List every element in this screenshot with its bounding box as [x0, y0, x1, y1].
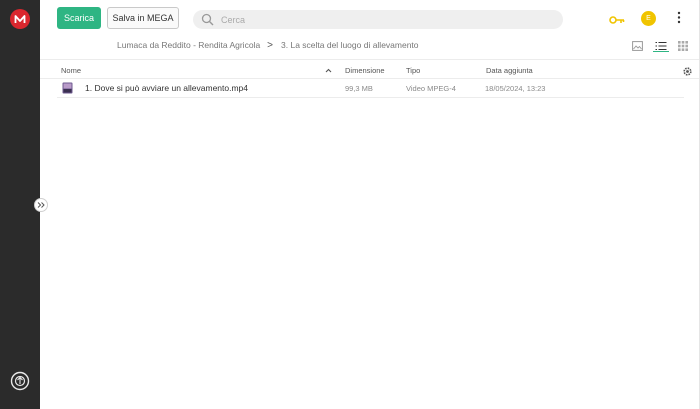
file-name[interactable]: 1. Dove si può avviare un allevamento.mp… [85, 83, 248, 93]
column-header-date[interactable]: Data aggiunta [486, 66, 533, 75]
active-view-indicator [653, 51, 669, 52]
key-icon[interactable] [609, 12, 625, 30]
transfer-icon[interactable] [10, 371, 30, 391]
breadcrumb: Lumaca da Reddito - Rendita Agricola > 3… [117, 39, 419, 51]
search-bar[interactable] [193, 10, 563, 29]
table-row[interactable]: 1. Dove si può avviare un allevamento.mp… [57, 79, 684, 98]
column-header-name[interactable]: Nome [61, 66, 81, 75]
breadcrumb-separator: > [267, 39, 274, 51]
search-icon [201, 13, 214, 31]
file-type: Video MPEG-4 [406, 84, 456, 93]
expand-sidebar-button[interactable] [34, 198, 48, 212]
table-header: Nome Dimensione Tipo Data aggiunta [40, 59, 699, 79]
list-view-icon[interactable] [655, 38, 667, 56]
video-file-icon [62, 82, 73, 94]
search-input[interactable] [221, 12, 541, 27]
download-button[interactable]: Scarica [57, 7, 101, 29]
column-header-type[interactable]: Tipo [406, 66, 420, 75]
file-date-added: 18/05/2024, 13:23 [485, 84, 546, 93]
file-size: 99,3 MB [345, 84, 373, 93]
breadcrumb-item-parent[interactable]: Lumaca da Reddito - Rendita Agricola [117, 40, 260, 50]
thumbnail-view-icon[interactable] [632, 38, 643, 56]
avatar[interactable]: E [641, 11, 656, 26]
double-chevron-right-icon [37, 202, 45, 208]
save-to-mega-button[interactable]: Salva in MEGA [107, 7, 179, 29]
breadcrumb-item-current[interactable]: 3. La scelta del luogo di allevamento [281, 40, 419, 50]
column-settings-gear-icon[interactable] [682, 66, 693, 79]
column-header-size[interactable]: Dimensione [345, 66, 385, 75]
more-vertical-icon[interactable] [677, 11, 681, 29]
sort-ascending-icon[interactable] [325, 66, 332, 75]
grid-view-icon[interactable] [678, 38, 688, 56]
mega-logo-icon[interactable] [10, 9, 30, 29]
